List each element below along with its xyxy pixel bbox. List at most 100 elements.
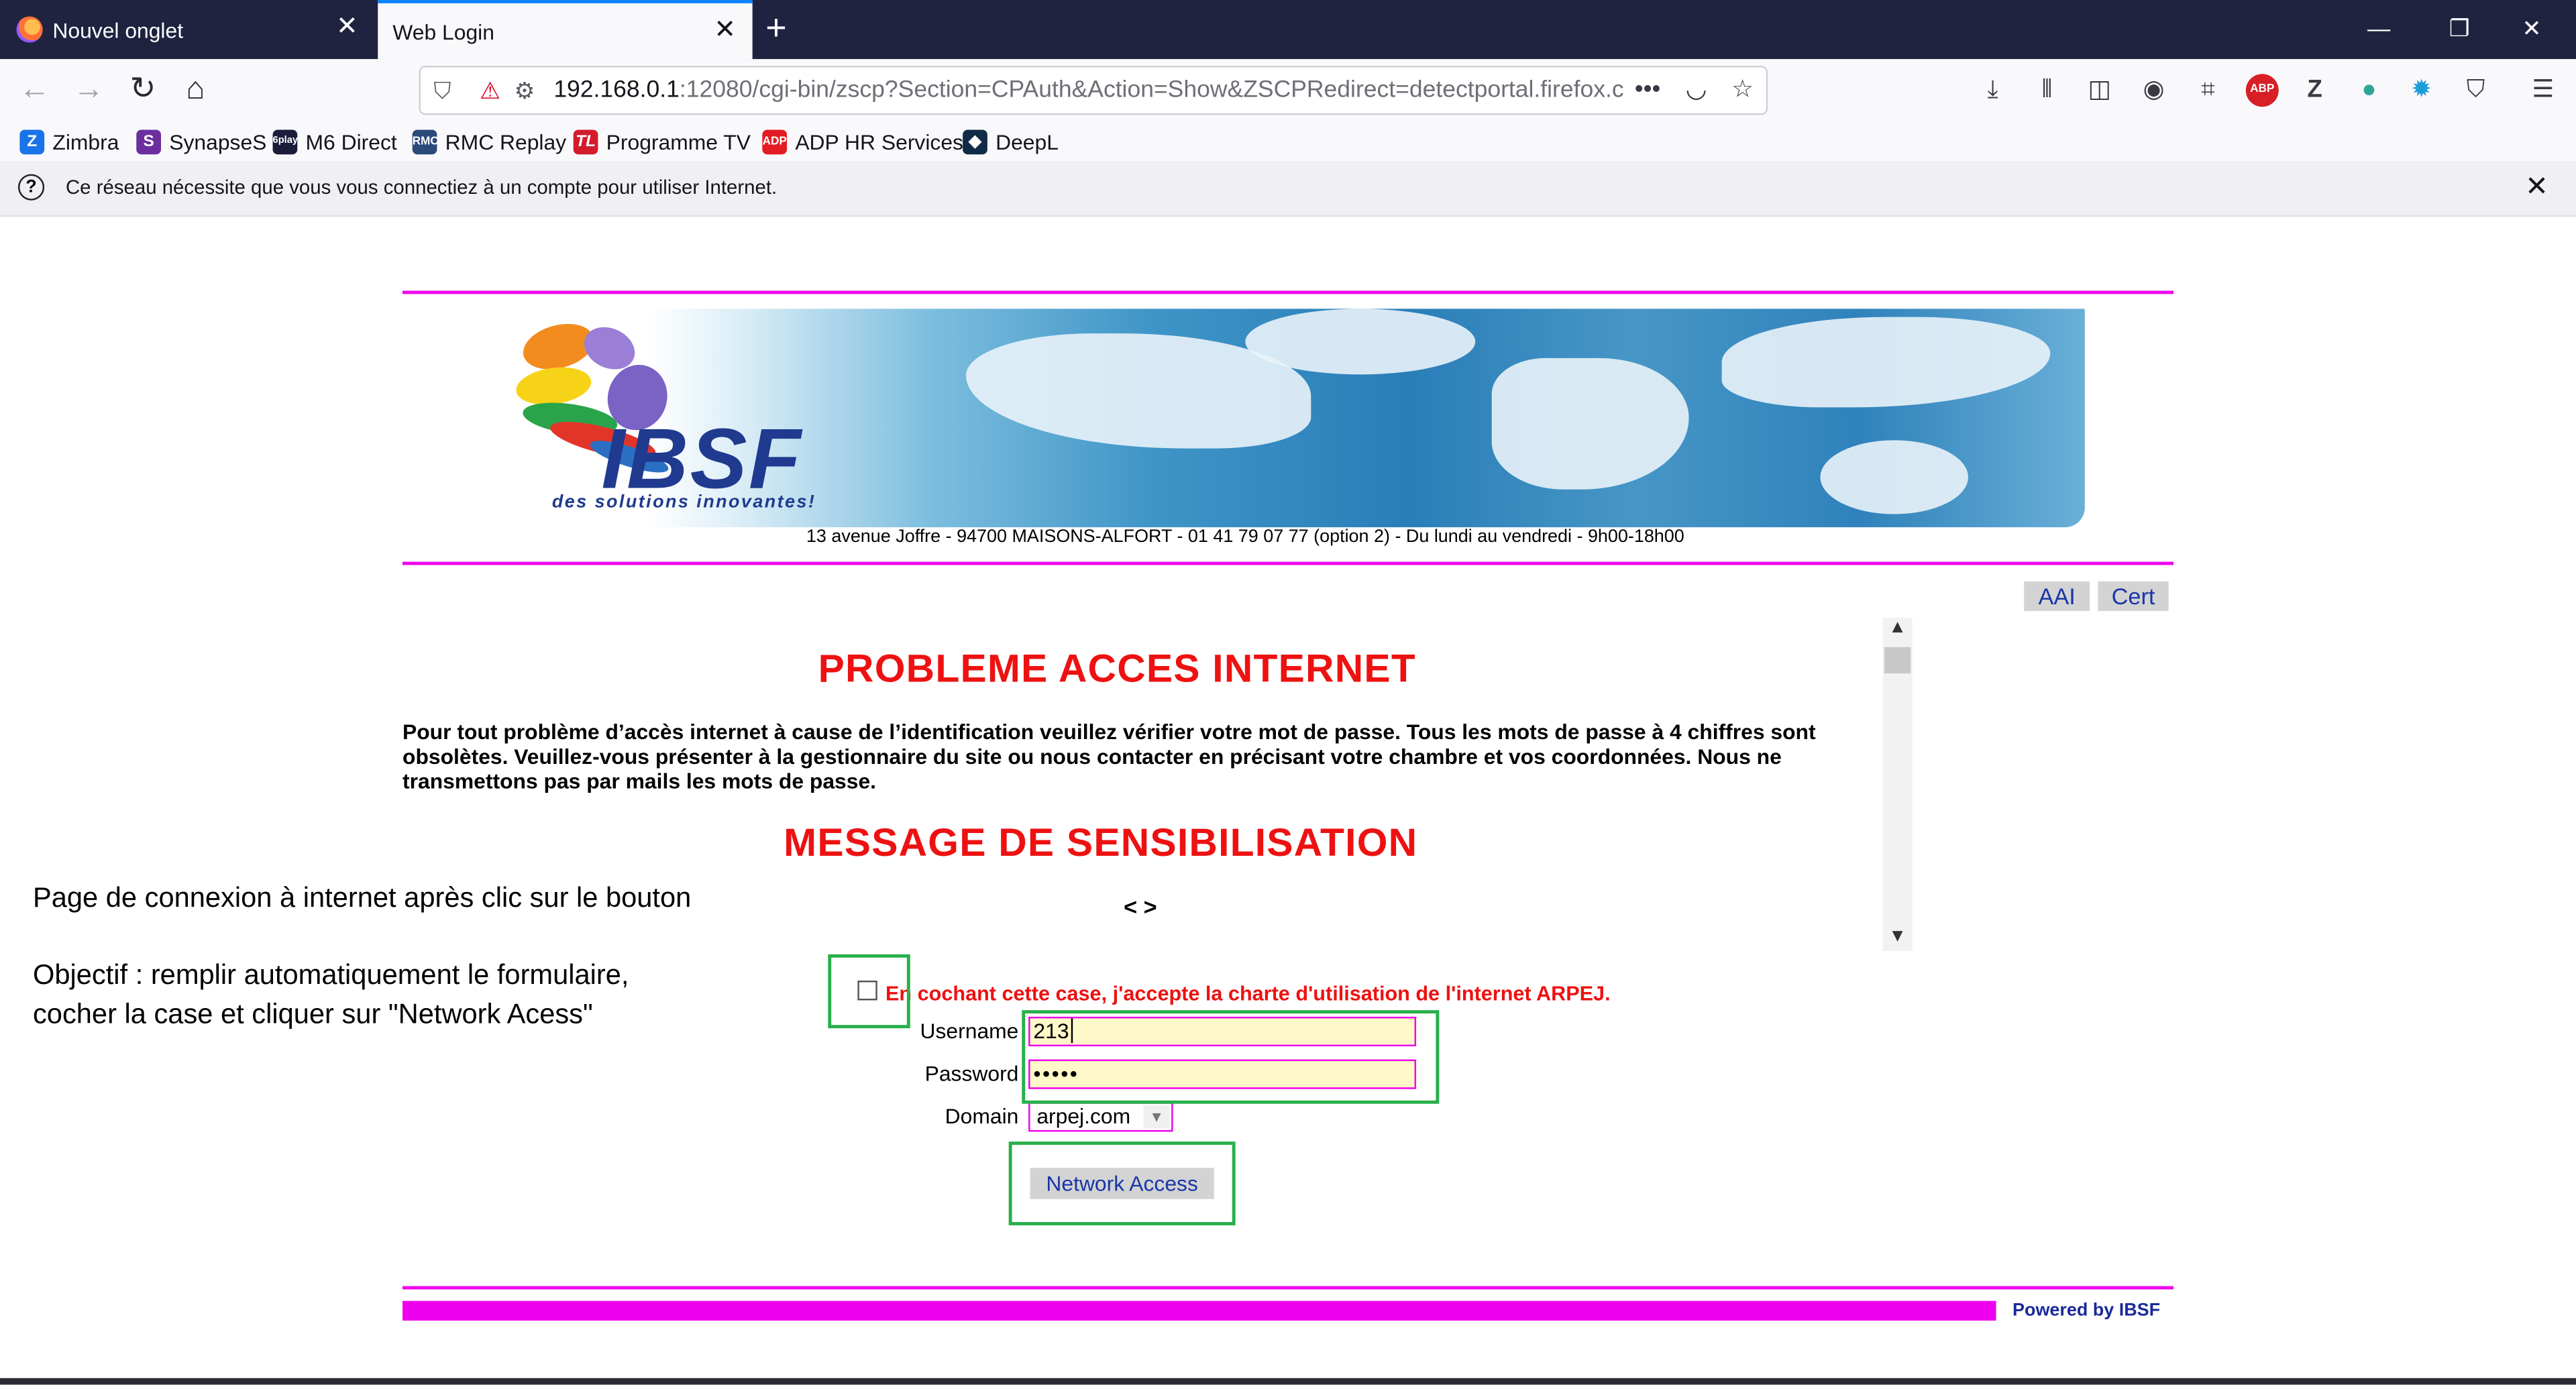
- tl-icon: TL: [573, 129, 598, 154]
- divider: [402, 561, 2174, 565]
- message-arrows: < >: [1124, 893, 1157, 920]
- notification-text: Ce réseau nécessite que vous vous connec…: [65, 176, 777, 199]
- password-label: Password: [924, 1061, 1019, 1086]
- heading-sensibilisation: MESSAGE DE SENSIBILISATION: [784, 821, 1418, 866]
- privacy-badger-icon[interactable]: ⛉: [2459, 74, 2492, 107]
- bookmark-label: SynapseS: [169, 129, 267, 154]
- tab-label: Web Login: [392, 19, 494, 44]
- zimbra-icon: Z: [19, 129, 45, 154]
- 6play-icon: 6play: [272, 129, 298, 154]
- bookmark-deepl[interactable]: ◆ DeepL: [963, 127, 1059, 156]
- url-path: :12080/cgi-bin/zscp?Section=CPAuth&Actio…: [679, 77, 1624, 104]
- extension-gear-icon[interactable]: ✹: [2405, 74, 2438, 107]
- divider: [402, 290, 2174, 294]
- taskbar-edge: [0, 1378, 2576, 1385]
- scroll-down-icon[interactable]: ▼: [1883, 926, 1913, 946]
- map-land: [1245, 309, 1476, 375]
- reload-icon[interactable]: ↻: [125, 72, 161, 109]
- insecure-lock-icon[interactable]: ⚠: [480, 77, 500, 103]
- ibsf-logo-text: IBSF: [601, 412, 803, 508]
- permissions-icon[interactable]: ⚙: [515, 77, 535, 103]
- ibsf-tagline: des solutions innovantes!: [551, 492, 816, 513]
- navigation-bar: ← → ↻ ⌂ ⛉ ⚠ ⚙ 192.168.0.1:12080/cgi-bin/…: [0, 59, 2576, 122]
- scroll-thumb[interactable]: [1884, 647, 1911, 674]
- footer-bar: [402, 1300, 1996, 1321]
- bookmark-rmc[interactable]: RMC RMC Replay: [412, 127, 567, 156]
- cert-link[interactable]: Cert: [2098, 581, 2169, 612]
- back-icon[interactable]: ←: [16, 72, 52, 109]
- menu-icon[interactable]: ☰: [2527, 74, 2560, 107]
- bookmark-label: M6 Direct: [305, 129, 397, 154]
- map-land: [1721, 317, 2051, 408]
- domain-select[interactable]: arpej.com ▼: [1028, 1102, 1173, 1132]
- bookmark-adp[interactable]: ADP ADP HR Services: [762, 127, 963, 156]
- map-land: [1820, 440, 1968, 514]
- tab-new[interactable]: Nouvel onglet ✕: [0, 0, 374, 59]
- bookmark-zimbra[interactable]: Z Zimbra: [19, 127, 119, 156]
- bookmark-synapses[interactable]: S SynapseS: [136, 127, 266, 156]
- close-window-icon[interactable]: ✕: [2515, 13, 2548, 43]
- bookmark-programme-tv[interactable]: TL Programme TV: [573, 127, 751, 156]
- bookmark-star-icon[interactable]: ☆: [1731, 76, 1754, 105]
- library-icon[interactable]: ⫴: [2031, 74, 2063, 107]
- bookmark-m6[interactable]: 6play M6 Direct: [272, 127, 397, 156]
- highlight-checkbox: [828, 954, 910, 1029]
- captive-portal-notification: ? Ce réseau nécessite que vous vous conn…: [0, 161, 2576, 217]
- screen: Nouvel onglet ✕ Web Login ✕ + — ❐ ✕ ← → …: [0, 0, 2576, 1385]
- url-bar[interactable]: ⛉ ⚠ ⚙ 192.168.0.1:12080/cgi-bin/zscp?Sec…: [419, 65, 1768, 115]
- bookmark-label: DeepL: [996, 129, 1059, 154]
- bookmark-label: RMC Replay: [445, 129, 567, 154]
- sidebar-icon[interactable]: ◫: [2083, 74, 2116, 107]
- domain-label: Domain: [945, 1103, 1019, 1129]
- close-tab-icon[interactable]: ✕: [714, 17, 736, 44]
- annotation-line-3: cocher la case et cliquer sur "Network A…: [32, 998, 593, 1030]
- bookmark-label: Programme TV: [606, 129, 751, 154]
- tab-label: Nouvel onglet: [52, 17, 184, 42]
- adp-icon: ADP: [762, 129, 788, 154]
- page-actions-icon[interactable]: •••: [1635, 76, 1661, 105]
- bookmark-label: Zimbra: [52, 129, 119, 154]
- heading-probleme-acces: PROBLEME ACCES INTERNET: [818, 647, 1416, 692]
- home-icon[interactable]: ⌂: [177, 72, 213, 109]
- forward-icon[interactable]: →: [70, 72, 107, 109]
- annotation-line-1: Page de connexion à internet après clic …: [32, 882, 692, 913]
- tab-web-login[interactable]: Web Login ✕: [378, 0, 753, 60]
- pocket-icon[interactable]: ◡: [1686, 76, 1707, 105]
- aai-link[interactable]: AAI: [2024, 581, 2090, 612]
- adblock-icon[interactable]: ABP: [2245, 74, 2279, 107]
- shield-icon[interactable]: ⛉: [434, 77, 451, 103]
- minimize-icon[interactable]: —: [2363, 13, 2396, 43]
- deepl-icon: ◆: [963, 129, 987, 154]
- tab-bar: Nouvel onglet ✕ Web Login ✕ + — ❐ ✕: [0, 0, 2576, 60]
- bookmarks-bar: Z Zimbra S SynapseS 6play M6 Direct RMC RMC …: [0, 121, 2576, 162]
- zotero-icon[interactable]: Z: [2298, 74, 2331, 107]
- highlight-credentials: [1022, 1010, 1440, 1104]
- url-text[interactable]: 192.168.0.1:12080/cgi-bin/zscp?Section=C…: [553, 77, 1703, 103]
- url-host: 192.168.0.1: [553, 77, 680, 104]
- synapses-icon: S: [136, 129, 162, 154]
- crop-icon[interactable]: ⌗: [2192, 74, 2224, 107]
- restore-icon[interactable]: ❐: [2443, 13, 2476, 43]
- rmc-icon: RMC: [412, 129, 439, 154]
- chevron-down-icon[interactable]: ▼: [1143, 1105, 1170, 1129]
- help-icon: ?: [17, 174, 45, 201]
- download-icon[interactable]: ⤓: [1976, 74, 2009, 107]
- ibsf-banner: IBSF des solutions innovantes!: [473, 309, 2085, 528]
- map-land: [1491, 357, 1689, 490]
- domain-value: arpej.com: [1036, 1103, 1131, 1129]
- accept-charter-text: En cochant cette case, j'accepte la char…: [885, 982, 1611, 1005]
- close-notification-icon[interactable]: ✕: [2525, 171, 2548, 204]
- account-icon[interactable]: ◉: [2137, 74, 2170, 107]
- message-scrollbar[interactable]: ▲ ▼: [1882, 617, 1913, 951]
- scroll-up-icon[interactable]: ▲: [1883, 618, 1913, 637]
- powered-by: Powered by IBSF: [2012, 1300, 2161, 1321]
- extension-circle-icon[interactable]: ●: [2353, 74, 2385, 107]
- annotation-line-2: Objectif : remplir automatiquement le fo…: [32, 959, 629, 991]
- divider: [402, 1286, 2174, 1290]
- close-tab-icon[interactable]: ✕: [336, 14, 358, 41]
- firefox-icon: [16, 16, 43, 43]
- new-tab-button[interactable]: +: [765, 7, 786, 48]
- highlight-submit: [1008, 1142, 1236, 1225]
- info-paragraph: Pour tout problème d’accès internet à ca…: [402, 719, 1816, 793]
- bookmark-label: ADP HR Services: [795, 129, 963, 154]
